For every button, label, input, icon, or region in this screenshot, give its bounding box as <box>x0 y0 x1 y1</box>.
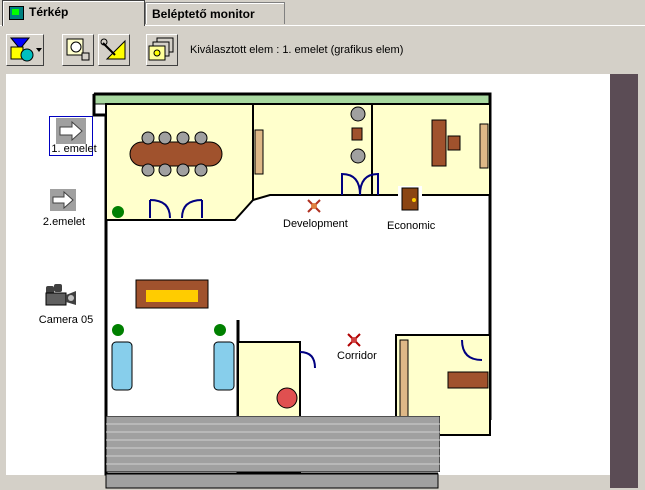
map-icon <box>9 6 24 20</box>
zoom-rectangle-icon <box>66 38 90 61</box>
edit-tools-button[interactable] <box>98 34 130 66</box>
selected-element-label: Kiválasztott elem : 1. emelet (grafikus … <box>190 44 404 56</box>
tab-bar: Térkép Beléptető monitor <box>0 0 645 26</box>
sidebar-item-label: Camera 05 <box>38 314 94 326</box>
tab-label: Beléptető monitor <box>152 7 255 21</box>
door-icon <box>398 186 422 212</box>
select-area-button[interactable] <box>62 34 94 66</box>
camera-icon <box>45 284 76 306</box>
arrow-right-icon <box>50 189 76 211</box>
balcony-deck <box>106 416 440 472</box>
marker-label: Corridor <box>337 350 377 362</box>
scroll-area-background <box>610 74 638 488</box>
sensor-alarm-icon <box>307 199 321 213</box>
marker-label: Economic <box>387 220 436 232</box>
map-canvas[interactable]: 1. emelet 2.emelet Camera 05 Development… <box>6 74 610 489</box>
arrow-right-icon <box>56 118 86 144</box>
toolbar: Kiválasztott elem : 1. emelet (grafikus … <box>0 30 645 72</box>
tab-belepteto-monitor[interactable]: Beléptető monitor <box>145 2 285 24</box>
tools-icon <box>100 38 126 60</box>
sensor-alarm-icon <box>347 333 361 347</box>
tab-label: Térkép <box>29 5 69 19</box>
layers-button[interactable] <box>146 34 178 66</box>
marker-economic[interactable]: Economic <box>384 186 444 234</box>
marker-label: Development <box>283 218 348 230</box>
shapes-dropdown-button[interactable] <box>6 34 44 66</box>
layers-icon <box>148 37 174 61</box>
shapes-icon <box>9 37 42 62</box>
sidebar-item-label: 2.emelet <box>42 216 86 228</box>
marker-corridor[interactable]: Corridor <box>334 332 384 366</box>
marker-development[interactable]: Development <box>281 198 351 234</box>
tab-terkep[interactable]: Térkép <box>2 0 145 26</box>
